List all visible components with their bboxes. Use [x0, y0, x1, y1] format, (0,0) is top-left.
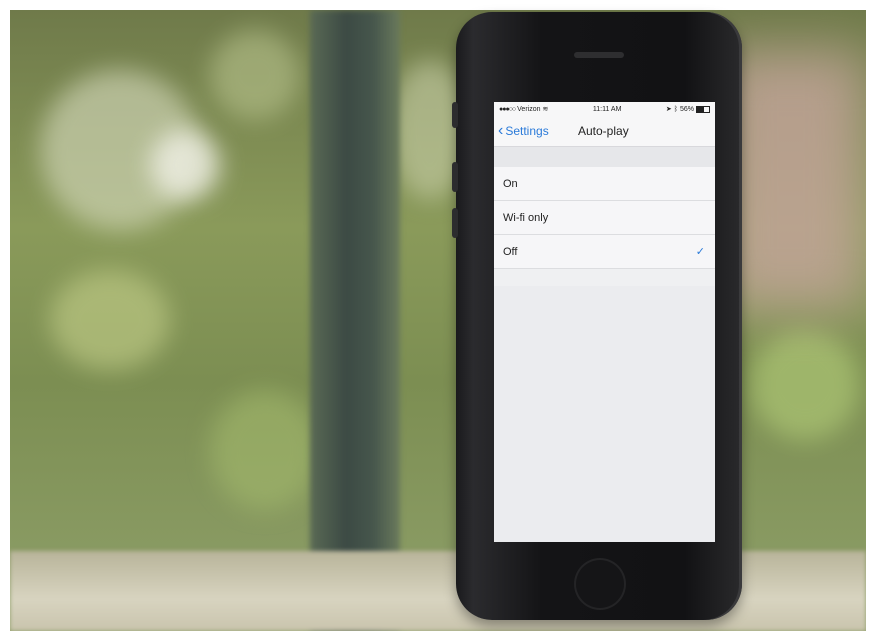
navigation-bar: ‹ Settings Auto-play: [494, 116, 715, 147]
signal-icon: ●●●○○: [499, 105, 516, 113]
chevron-left-icon: ‹: [498, 122, 504, 139]
option-label: Off: [503, 245, 518, 258]
battery-percent: 56%: [679, 105, 694, 113]
back-label: Settings: [505, 124, 549, 138]
option-label: Wi-fi only: [503, 211, 549, 224]
empty-area: [494, 286, 715, 542]
page-title: Auto-play: [578, 124, 629, 138]
earpiece-speaker: [574, 52, 624, 58]
location-icon: ➤: [665, 106, 672, 113]
volume-down-button: [452, 208, 458, 238]
battery-icon: [695, 105, 710, 113]
checkmark-icon: ✓: [695, 246, 705, 258]
status-time: 11:11 AM: [592, 105, 622, 113]
wifi-icon: ≋: [542, 106, 549, 113]
option-off[interactable]: Off ✓: [494, 235, 715, 269]
bluetooth-icon: ᛒ: [673, 105, 678, 113]
option-on[interactable]: On: [494, 167, 715, 201]
volume-up-button: [452, 162, 458, 192]
option-wifi-only[interactable]: Wi-fi only: [494, 201, 715, 235]
option-label: On: [503, 177, 518, 190]
phone-screen: ●●●○○ Verizon ≋ 11:11 AM ➤ ᛒ 56% ‹ Setti…: [494, 102, 715, 542]
home-button[interactable]: [576, 560, 624, 608]
status-bar: ●●●○○ Verizon ≋ 11:11 AM ➤ ᛒ 56%: [494, 102, 715, 116]
carrier-label: Verizon: [517, 105, 541, 113]
section-header: [494, 147, 715, 167]
smartphone: ●●●○○ Verizon ≋ 11:11 AM ➤ ᛒ 56% ‹ Setti…: [452, 12, 742, 620]
window-frame: [310, 10, 400, 631]
back-button[interactable]: ‹ Settings: [494, 123, 549, 139]
mute-switch: [452, 102, 458, 128]
